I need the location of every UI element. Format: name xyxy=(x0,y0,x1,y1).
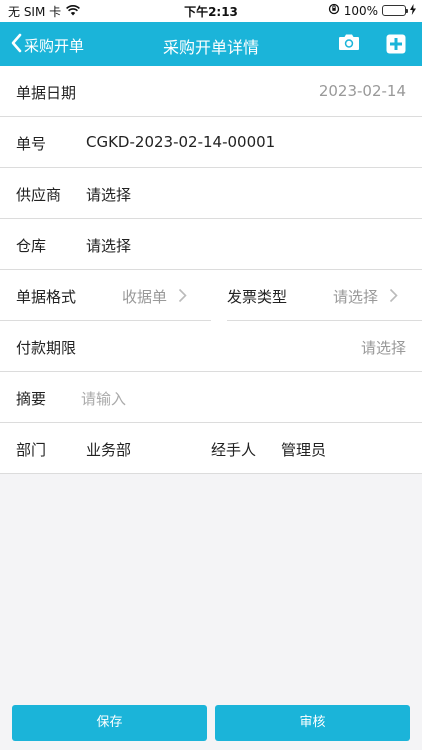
date-value: 2023-02-14 xyxy=(318,82,406,100)
number-row: 单号 CGKD-2023-02-14-00001 xyxy=(0,117,422,168)
orientation-lock-icon xyxy=(328,3,340,18)
chevron-right-icon xyxy=(178,288,187,307)
warehouse-label: 仓库 xyxy=(16,237,47,255)
handler-label: 经手人 xyxy=(211,441,257,459)
charging-icon xyxy=(410,3,416,18)
supplier-row[interactable]: 供应商 请选择 xyxy=(0,168,422,219)
number-label: 单号 xyxy=(16,135,47,153)
payment-term-label: 付款期限 xyxy=(16,339,77,357)
chevron-right-icon xyxy=(389,288,398,307)
format-value: 收据单 xyxy=(122,288,168,306)
warehouse-value: 请选择 xyxy=(86,237,132,255)
department-handler-row: 部门 业务部 经手人 管理员 xyxy=(0,423,422,474)
handler-value[interactable]: 管理员 xyxy=(281,439,326,460)
add-icon[interactable] xyxy=(386,34,406,58)
summary-label: 摘要 xyxy=(16,390,47,408)
date-label: 单据日期 xyxy=(16,84,77,102)
order-form: 单据日期 2023-02-14 单号 CGKD-2023-02-14-00001… xyxy=(0,66,422,474)
save-button[interactable]: 保存 xyxy=(12,705,207,741)
battery-icon xyxy=(382,5,408,16)
review-button[interactable]: 审核 xyxy=(215,705,410,741)
payment-term-row[interactable]: 付款期限 请选择 xyxy=(0,321,422,372)
camera-icon[interactable] xyxy=(338,32,360,56)
status-right: 100% xyxy=(328,3,416,18)
summary-row: 摘要 请输入 xyxy=(0,372,422,423)
department-value[interactable]: 业务部 xyxy=(86,439,131,460)
format-selector[interactable]: 单据格式 收据单 xyxy=(0,270,211,321)
number-value: CGKD-2023-02-14-00001 xyxy=(86,133,276,151)
date-row[interactable]: 单据日期 2023-02-14 xyxy=(0,66,422,117)
invoice-type-value: 请选择 xyxy=(333,288,379,306)
payment-term-value: 请选择 xyxy=(360,339,406,357)
warehouse-row[interactable]: 仓库 请选择 xyxy=(0,219,422,270)
supplier-value: 请选择 xyxy=(86,186,132,204)
navigation-bar: 采购开单 采购开单详情 xyxy=(0,22,422,66)
invoice-type-label: 发票类型 xyxy=(227,288,288,306)
supplier-label: 供应商 xyxy=(16,186,62,204)
status-bar: 无 SIM 卡 下午2:13 100% xyxy=(0,0,422,22)
department-label: 部门 xyxy=(16,441,47,459)
invoice-type-selector[interactable]: 发票类型 请选择 xyxy=(227,270,422,321)
format-label: 单据格式 xyxy=(16,288,77,306)
summary-input[interactable]: 请输入 xyxy=(81,388,126,409)
format-invoice-row: 单据格式 收据单 发票类型 请选择 xyxy=(0,270,422,321)
battery-percent: 100% xyxy=(343,3,378,18)
